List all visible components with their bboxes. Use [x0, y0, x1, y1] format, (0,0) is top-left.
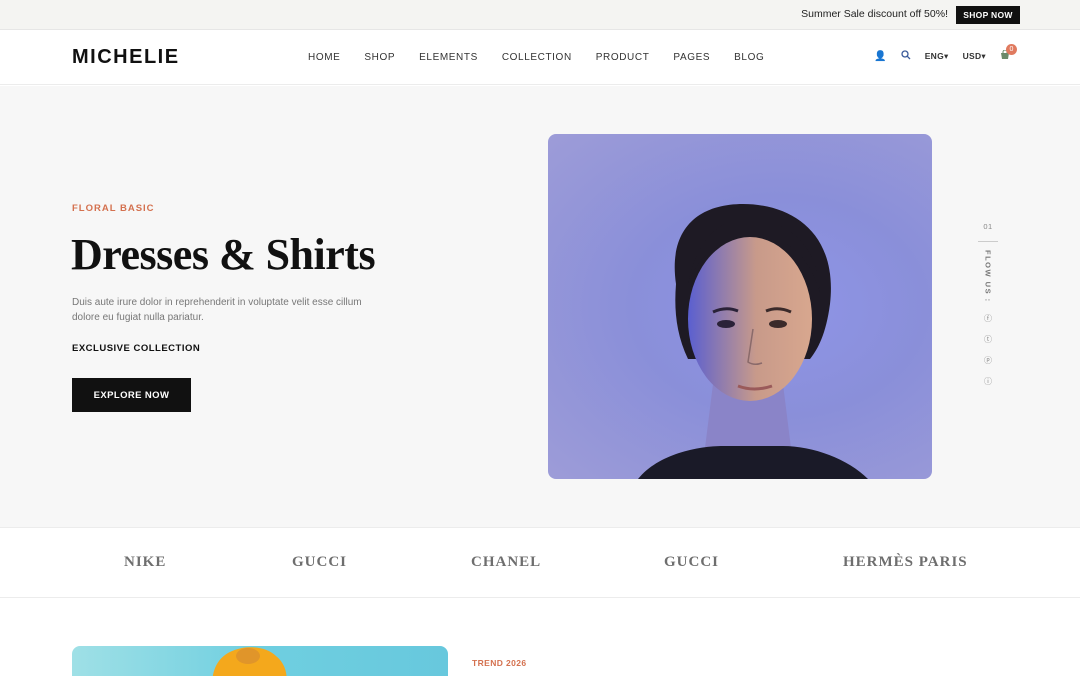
site-logo[interactable]: MICHELIE	[72, 46, 180, 69]
site-header: MICHELIE HOME SHOP ELEMENTS COLLECTION P…	[0, 31, 1080, 85]
hero-section: FLORAL BASIC Dresses & Shirts Duis aute …	[0, 86, 1080, 527]
brand-strip: NIKE GUCCI CHANEL GUCCI HERMÈS PARIS	[0, 527, 1080, 598]
pinterest-icon[interactable]: ⓟ	[978, 355, 998, 366]
main-nav: HOME SHOP ELEMENTS COLLECTION PRODUCT PA…	[308, 52, 788, 63]
nav-elements[interactable]: ELEMENTS	[419, 52, 478, 63]
nav-shop[interactable]: SHOP	[364, 52, 395, 63]
cart-button[interactable]: 0	[1000, 44, 1017, 63]
collection-label: EXCLUSIVE COLLECTION	[72, 343, 201, 354]
nav-blog[interactable]: BLOG	[734, 52, 764, 63]
header-actions: 👤 ENG▾ USD▾ 0	[860, 44, 1017, 63]
hero-description: Duis aute irure dolor in reprehenderit i…	[72, 297, 362, 323]
nav-pages[interactable]: PAGES	[673, 52, 710, 63]
brand-logo[interactable]: HERMÈS PARIS	[843, 554, 968, 571]
shop-now-button[interactable]: SHOP NOW	[956, 6, 1020, 24]
instagram-icon[interactable]: ⓘ	[978, 376, 998, 387]
trend-image	[72, 646, 448, 676]
cart-count-badge: 0	[1006, 44, 1017, 55]
search-icon[interactable]	[901, 50, 911, 63]
nav-product[interactable]: PRODUCT	[596, 52, 650, 63]
explore-now-button[interactable]: EXPLORE NOW	[72, 378, 191, 412]
currency-select[interactable]: USD▾	[963, 51, 986, 62]
nav-home[interactable]: HOME	[308, 52, 340, 63]
hero-title: Dresses & Shirts	[71, 230, 376, 279]
twitter-icon[interactable]: ⓣ	[978, 334, 998, 345]
trend-eyebrow: TREND 2026	[472, 658, 527, 668]
facebook-icon[interactable]: ⓕ	[978, 313, 998, 324]
nav-collection[interactable]: COLLECTION	[502, 52, 572, 63]
follow-label: FLOW US :	[983, 250, 993, 303]
brand-logo[interactable]: CHANEL	[471, 554, 541, 571]
language-select[interactable]: ENG▾	[925, 51, 949, 62]
brand-logo[interactable]: GUCCI	[664, 554, 719, 571]
slide-number: 01	[983, 222, 993, 231]
user-icon[interactable]: 👤	[874, 51, 886, 62]
brand-logo[interactable]: GUCCI	[292, 554, 347, 571]
hero-portrait-image	[548, 134, 932, 479]
hero-side-rail: 01 FLOW US : ⓕ ⓣ ⓟ ⓘ	[978, 222, 998, 387]
brand-logo[interactable]: NIKE	[124, 554, 166, 571]
promo-text: Summer Sale discount off 50%!	[801, 8, 948, 20]
hero-eyebrow: FLORAL BASIC	[72, 203, 155, 214]
announcement-bar: Summer Sale discount off 50%! SHOP NOW	[0, 0, 1080, 30]
divider	[978, 241, 998, 242]
